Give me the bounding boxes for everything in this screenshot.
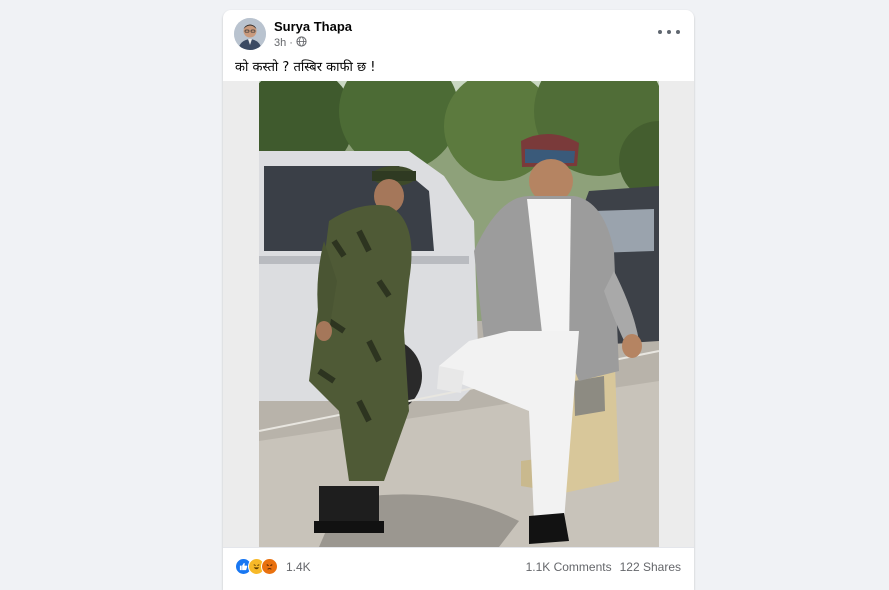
post-photo-container[interactable] [223, 81, 694, 547]
comments-count[interactable]: 1.1K Comments [526, 560, 612, 574]
shares-count[interactable]: 122 Shares [620, 560, 681, 574]
angry-icon [261, 558, 278, 575]
post-photo[interactable] [259, 81, 659, 547]
post-footer: 1.4K 1.1K Comments 122 Shares [223, 547, 694, 582]
reaction-count: 1.4K [286, 559, 311, 574]
post-time[interactable]: 3h [274, 37, 286, 49]
post-text: को कस्तो ? तस्बिर काफी छ ! [235, 60, 376, 75]
reactions-summary[interactable]: 1.4K [235, 558, 311, 575]
meta-separator: · [289, 37, 293, 49]
author-avatar[interactable] [234, 18, 266, 50]
more-options-icon[interactable] [658, 24, 680, 40]
globe-icon[interactable] [296, 36, 307, 50]
post-meta: 3h · [274, 36, 307, 50]
author-name[interactable]: Surya Thapa [274, 19, 352, 34]
engagement-counts: 1.1K Comments 122 Shares [526, 560, 681, 574]
post-card: Surya Thapa 3h · को कस्तो ? तस्बिर काफी … [223, 10, 694, 590]
